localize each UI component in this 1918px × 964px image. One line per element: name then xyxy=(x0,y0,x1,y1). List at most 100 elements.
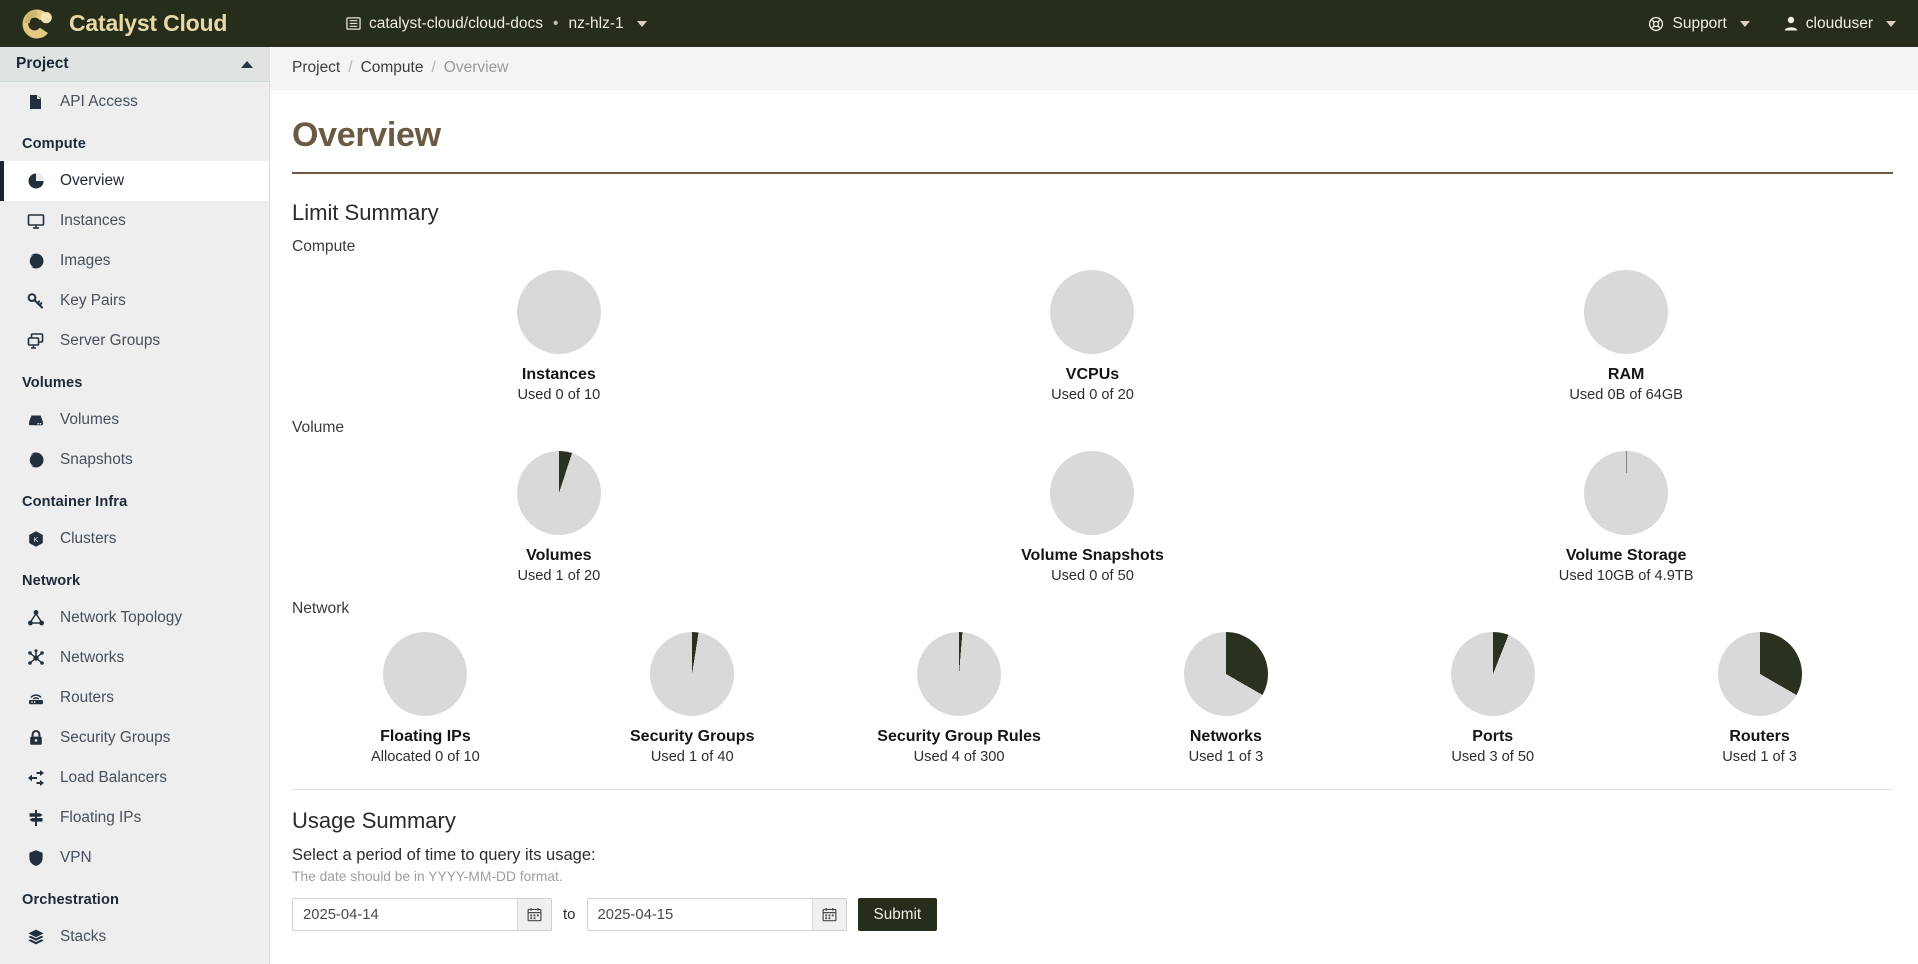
lock-icon xyxy=(26,729,46,747)
sidebar-group-compute: Compute xyxy=(0,122,269,161)
breadcrumb-separator: / xyxy=(348,59,352,77)
usage-intro-text: Select a period of time to query its usa… xyxy=(292,846,1893,865)
support-menu[interactable]: Support xyxy=(1648,15,1749,33)
limit-group-title-volume: Volume xyxy=(292,419,1893,437)
breadcrumb-item-compute[interactable]: Compute xyxy=(361,59,424,77)
sidebar-item-snapshots[interactable]: Snapshots xyxy=(0,440,269,480)
sidebar-group-database: Database xyxy=(0,957,269,964)
quota-pie-chart xyxy=(383,632,467,716)
limit-quota-card: RoutersUsed 1 of 3 xyxy=(1626,624,1893,771)
sidebar-item-vpn[interactable]: VPN xyxy=(0,838,269,878)
sidebar-item-images[interactable]: Images xyxy=(0,241,269,281)
sidebar-project-header[interactable]: Project xyxy=(0,47,269,82)
sidebar-item-floating-ips[interactable]: Floating IPs xyxy=(0,798,269,838)
date-to-field[interactable] xyxy=(587,898,847,931)
quota-name-label: Volume Storage xyxy=(1566,547,1687,565)
image-disc-icon xyxy=(26,252,46,270)
sidebar: Project API Access ComputeOverview Instanc… xyxy=(0,47,270,964)
chevron-down-icon xyxy=(1886,21,1896,27)
chevron-down-icon xyxy=(1740,21,1750,27)
server-group-icon xyxy=(26,332,46,350)
sidebar-item-load-balancers[interactable]: Load Balancers xyxy=(0,758,269,798)
date-to-calendar-button[interactable] xyxy=(812,899,846,930)
sidebar-item-overview[interactable]: Overview xyxy=(0,161,269,201)
sidebar-item-label: API Access xyxy=(60,93,138,111)
project-region-switcher[interactable]: catalyst-cloud/cloud-docs • nz-hlz-1 xyxy=(346,15,647,33)
sidebar-nav: API Access ComputeOverview Instances Images… xyxy=(0,82,269,964)
quota-usage-text: Used 1 of 20 xyxy=(517,568,600,584)
sidebar-project-label: Project xyxy=(16,55,69,73)
brand[interactable]: Catalyst Cloud xyxy=(18,7,318,41)
load-balancer-icon xyxy=(26,769,46,787)
limit-pie-row-volume: VolumesUsed 1 of 20Volume SnapshotsUsed … xyxy=(292,443,1893,590)
limit-summary-heading: Limit Summary xyxy=(292,200,1893,226)
quota-usage-text: Used 3 of 50 xyxy=(1451,749,1534,765)
limit-pie-row-network: Floating IPsAllocated 0 of 10 Security Gr… xyxy=(292,624,1893,771)
top-navigation-bar: Catalyst Cloud catalyst-cloud/cloud-docs… xyxy=(0,0,1918,47)
catalyst-cloud-logo-icon xyxy=(18,7,58,41)
sidebar-item-label: Stacks xyxy=(60,928,106,946)
calendar-icon xyxy=(527,907,542,922)
sidebar-item-label: Instances xyxy=(60,212,126,230)
sidebar-item-security-groups[interactable]: Security Groups xyxy=(0,718,269,758)
user-menu[interactable]: clouduser xyxy=(1784,15,1896,33)
monitor-icon xyxy=(26,212,46,230)
limit-quota-card: VolumesUsed 1 of 20 xyxy=(292,443,826,590)
chevron-down-icon xyxy=(637,21,647,27)
sidebar-item-label: Server Groups xyxy=(60,332,160,350)
usage-submit-button[interactable]: Submit xyxy=(858,898,938,931)
limit-quota-card: PortsUsed 3 of 50 xyxy=(1359,624,1626,771)
sidebar-item-label: Clusters xyxy=(60,530,116,548)
sidebar-item-api-access[interactable]: API Access xyxy=(0,82,269,122)
quota-pie-chart xyxy=(650,632,734,716)
quota-usage-text: Used 1 of 3 xyxy=(1189,749,1264,765)
quota-name-label: Security Group Rules xyxy=(877,728,1041,746)
sidebar-group-orchestration: Orchestration xyxy=(0,878,269,917)
sidebar-item-instances[interactable]: Instances xyxy=(0,201,269,241)
sidebar-item-label: Security Groups xyxy=(60,729,170,747)
usage-divider xyxy=(292,789,1893,790)
date-from-field[interactable] xyxy=(292,898,552,931)
date-from-input[interactable] xyxy=(293,899,517,930)
sidebar-group-network: Network xyxy=(0,559,269,598)
sidebar-item-server-groups[interactable]: Server Groups xyxy=(0,321,269,361)
limit-quota-card: VCPUsUsed 0 of 20 xyxy=(826,262,1360,409)
quota-pie-chart xyxy=(1050,270,1134,354)
sidebar-item-network-topology[interactable]: Network Topology xyxy=(0,598,269,638)
sidebar-item-clusters[interactable]: K Clusters xyxy=(0,519,269,559)
limit-quota-card: InstancesUsed 0 of 10 xyxy=(292,262,826,409)
separator-dot: • xyxy=(551,15,560,33)
volume-icon xyxy=(26,411,46,429)
topbar-right-group: Support clouduser xyxy=(1648,15,1896,33)
limit-summary-sections: ComputeInstancesUsed 0 of 10VCPUsUsed 0 … xyxy=(292,238,1893,771)
breadcrumb-item-project[interactable]: Project xyxy=(292,59,340,77)
sidebar-item-networks[interactable]: Networks xyxy=(0,638,269,678)
limit-pie-row-compute: InstancesUsed 0 of 10VCPUsUsed 0 of 20RA… xyxy=(292,262,1893,409)
date-to-input[interactable] xyxy=(588,899,812,930)
svg-text:K: K xyxy=(34,537,39,544)
api-access-icon xyxy=(26,93,46,111)
router-icon xyxy=(26,689,46,707)
quota-pie-chart xyxy=(1718,632,1802,716)
sidebar-item-label: Network Topology xyxy=(60,609,182,627)
sidebar-item-volumes[interactable]: Volumes xyxy=(0,400,269,440)
sidebar-item-stacks[interactable]: Stacks xyxy=(0,917,269,957)
quota-usage-text: Used 0 of 10 xyxy=(517,387,600,403)
sidebar-item-label: Networks xyxy=(60,649,124,667)
sidebar-item-label: Key Pairs xyxy=(60,292,126,310)
snapshot-icon xyxy=(26,451,46,469)
quota-usage-text: Used 10GB of 4.9TB xyxy=(1559,568,1694,584)
quota-usage-text: Used 0 of 50 xyxy=(1051,568,1134,584)
date-from-calendar-button[interactable] xyxy=(517,899,551,930)
app-shell: Project API AccessComputeOverviewInstanc… xyxy=(0,47,1918,964)
quota-usage-text: Used 0B of 64GB xyxy=(1569,387,1683,403)
quota-pie-chart xyxy=(1584,270,1668,354)
quota-pie-chart xyxy=(1451,632,1535,716)
limit-quota-card: Floating IPsAllocated 0 of 10 xyxy=(292,624,559,771)
sidebar-item-key-pairs[interactable]: Key Pairs xyxy=(0,281,269,321)
sidebar-item-label: Snapshots xyxy=(60,451,133,469)
network-icon xyxy=(26,649,46,667)
limit-quota-card: Volume SnapshotsUsed 0 of 50 xyxy=(826,443,1360,590)
support-label: Support xyxy=(1672,15,1726,33)
sidebar-item-routers[interactable]: Routers xyxy=(0,678,269,718)
